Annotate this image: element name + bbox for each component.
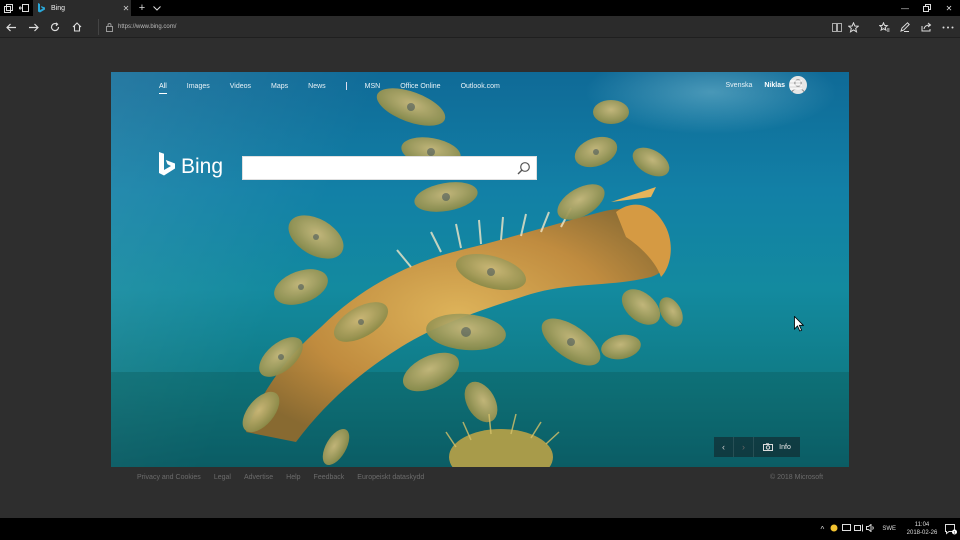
- footer-advertise[interactable]: Advertise: [244, 474, 273, 481]
- search-input[interactable]: [243, 157, 513, 179]
- input-language[interactable]: SWE: [882, 526, 896, 532]
- clock-time: 11:04: [914, 522, 930, 528]
- user-name[interactable]: Niklas: [764, 82, 785, 89]
- reading-view-icon[interactable]: [829, 16, 845, 38]
- taskbar: ^ SWE 11:04 2018-02-26 1: [0, 518, 960, 540]
- info-button[interactable]: Info: [754, 437, 800, 457]
- share-icon[interactable]: [918, 16, 934, 38]
- mouse-cursor-icon: [794, 316, 804, 332]
- nav-videos[interactable]: Videos: [230, 83, 251, 90]
- lock-icon: [106, 23, 113, 32]
- footer-privacy[interactable]: Privacy and Cookies: [137, 474, 201, 481]
- previous-image-button[interactable]: ‹: [714, 437, 734, 457]
- favorite-star-icon[interactable]: [845, 16, 861, 38]
- chevron-up-icon[interactable]: ^: [816, 525, 828, 534]
- tablet-icon[interactable]: [840, 524, 852, 534]
- page-content: All Images Videos Maps News MSN Office O…: [0, 38, 960, 518]
- tab-close-icon[interactable]: ✕: [121, 4, 131, 13]
- nav-outlook[interactable]: Outlook.com: [461, 83, 500, 90]
- url-field[interactable]: https://www.bing.com/: [98, 19, 828, 35]
- bing-logo[interactable]: Bing: [157, 152, 223, 178]
- refresh-icon[interactable]: [46, 16, 64, 38]
- action-center-icon[interactable]: 1: [942, 518, 960, 540]
- info-label: Info: [779, 443, 791, 451]
- hamburger-menu-icon[interactable]: [790, 80, 802, 90]
- image-controls: ‹ › Info: [714, 437, 800, 457]
- window-controls: — ✕: [894, 0, 960, 16]
- favorites-hub-icon[interactable]: [876, 16, 892, 38]
- bing-logo-icon: [159, 152, 175, 176]
- nav-images[interactable]: Images: [187, 83, 210, 90]
- tab-manager-icon[interactable]: [0, 0, 16, 16]
- nav-separator: [345, 82, 347, 90]
- network-icon[interactable]: [852, 524, 864, 534]
- home-icon[interactable]: [68, 16, 86, 38]
- forward-arrow-icon[interactable]: [24, 16, 42, 38]
- bing-logo-text: Bing: [181, 155, 224, 178]
- set-tabs-aside-icon[interactable]: [16, 0, 32, 16]
- nav-news[interactable]: News: [308, 83, 326, 90]
- bing-top-nav: All Images Videos Maps News MSN Office O…: [159, 80, 520, 94]
- footer-feedback[interactable]: Feedback: [314, 474, 345, 481]
- tab-bing[interactable]: Bing ✕: [33, 0, 131, 16]
- copyright: © 2018 Microsoft: [770, 474, 824, 481]
- leafy-seadragon-image: [111, 88, 849, 467]
- close-icon[interactable]: ✕: [938, 0, 960, 16]
- footer-links: Privacy and Cookies Legal Advertise Help…: [137, 474, 437, 481]
- next-image-button[interactable]: ›: [734, 437, 754, 457]
- minimize-icon[interactable]: —: [894, 0, 916, 16]
- new-tab-icon[interactable]: +: [136, 0, 148, 16]
- updates-icon[interactable]: [828, 524, 840, 534]
- system-tray: ^ SWE 11:04 2018-02-26 1: [816, 518, 960, 540]
- bing-favicon-icon: [38, 3, 45, 13]
- tab-bar: Bing ✕ + — ✕: [0, 0, 960, 16]
- screen: Bing ✕ + — ✕ https://www.bing.com/ All I…: [0, 0, 960, 540]
- footer-help[interactable]: Help: [286, 474, 300, 481]
- camera-icon: [763, 443, 774, 451]
- chevron-down-icon[interactable]: [152, 0, 162, 16]
- pen-notes-icon[interactable]: [897, 16, 913, 38]
- search-icon[interactable]: [517, 161, 531, 175]
- clock[interactable]: 11:04 2018-02-26: [902, 521, 942, 537]
- tab-title: Bing: [51, 4, 66, 12]
- footer-legal[interactable]: Legal: [214, 474, 231, 481]
- nav-all[interactable]: All: [159, 83, 167, 94]
- search-box: [242, 156, 537, 180]
- more-options-icon[interactable]: [940, 16, 956, 38]
- restore-icon[interactable]: [916, 0, 938, 16]
- volume-icon[interactable]: [864, 523, 876, 534]
- footer-data-protection[interactable]: Europeiskt dataskydd: [357, 474, 424, 481]
- back-arrow-icon[interactable]: [2, 16, 20, 38]
- url-text: https://www.bing.com/: [118, 24, 177, 30]
- address-bar: https://www.bing.com/: [0, 16, 960, 38]
- bing-homepage: All Images Videos Maps News MSN Office O…: [111, 72, 849, 467]
- clock-date: 2018-02-26: [906, 530, 938, 536]
- nav-maps[interactable]: Maps: [271, 83, 288, 90]
- nav-office-online[interactable]: Office Online: [400, 83, 440, 90]
- language-link[interactable]: Svenska: [726, 82, 753, 89]
- nav-msn[interactable]: MSN: [365, 83, 381, 90]
